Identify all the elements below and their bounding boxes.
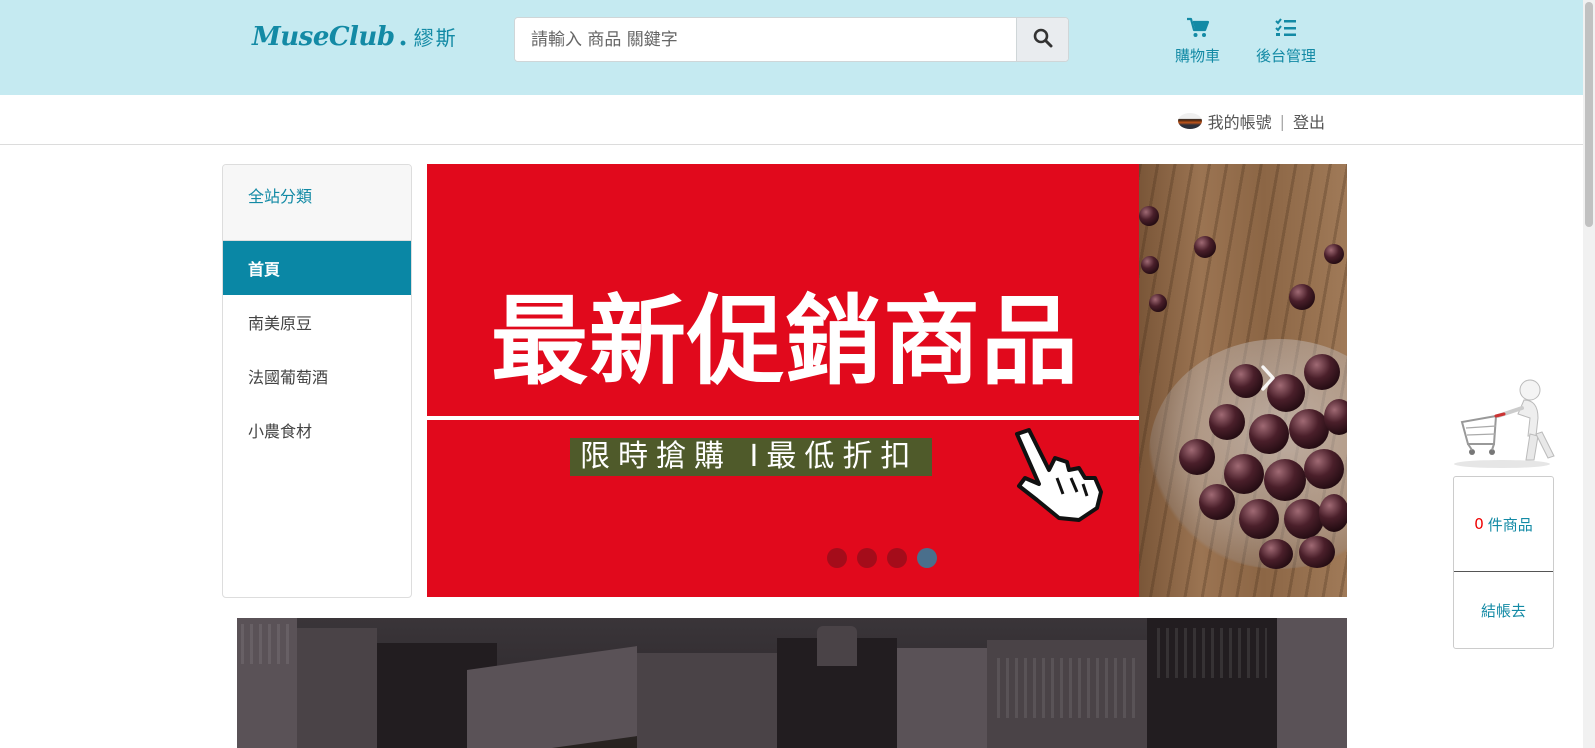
- promo-carousel[interactable]: 最新促銷商品 限時搶購 I最低折扣: [427, 164, 1347, 597]
- banner-title: 最新促銷商品: [491, 285, 1079, 398]
- checkout-button[interactable]: 結帳去: [1454, 572, 1553, 648]
- cart-icon: [1186, 16, 1210, 40]
- pointing-hand-icon: [1015, 428, 1103, 522]
- search-icon: [1033, 28, 1053, 51]
- search-button[interactable]: [1016, 18, 1068, 61]
- berry: [1324, 244, 1344, 264]
- berry: [1194, 236, 1216, 258]
- berry: [1289, 284, 1315, 310]
- cart-item-count[interactable]: 0 件商品: [1454, 477, 1553, 572]
- berry: [1141, 256, 1159, 274]
- berry: [1299, 536, 1335, 568]
- promo-banner: 最新促銷商品 限時搶購 I最低折扣: [427, 164, 1139, 597]
- berry: [1304, 449, 1344, 489]
- logo-chinese-name: 繆斯: [413, 26, 458, 50]
- berry: [1264, 459, 1306, 501]
- berry: [1224, 454, 1264, 494]
- berry: [1304, 354, 1340, 390]
- category-sidebar: 全站分類 首頁 南美原豆 法國葡萄酒 小農食材: [222, 164, 412, 598]
- page-scrollbar[interactable]: [1583, 0, 1595, 748]
- berry: [1259, 539, 1293, 569]
- berry: [1284, 499, 1324, 539]
- building: [637, 653, 777, 748]
- person-pushing-cart-icon[interactable]: [1452, 378, 1556, 468]
- berry: [1319, 494, 1347, 532]
- carousel-indicators: [827, 548, 937, 568]
- sidebar-item-home[interactable]: 首頁: [223, 241, 411, 295]
- scrollbar-thumb[interactable]: [1585, 2, 1593, 227]
- logo-wordmark: MuseClub: [252, 22, 395, 52]
- berry: [1179, 439, 1215, 475]
- logo-dot: .: [398, 22, 408, 52]
- nav-admin-link[interactable]: 後台管理: [1256, 16, 1316, 66]
- building: [897, 648, 987, 748]
- building: [1277, 618, 1347, 748]
- my-account-link[interactable]: 我的帳號: [1208, 109, 1272, 133]
- account-separator: |: [1279, 111, 1285, 131]
- carousel-dot[interactable]: [827, 548, 847, 568]
- site-logo[interactable]: MuseClub . 繆斯: [252, 22, 458, 52]
- berry: [1199, 484, 1235, 520]
- cart-widget: 0 件商品 結帳去: [1453, 476, 1554, 649]
- berry: [1289, 409, 1329, 449]
- berry: [1229, 364, 1263, 398]
- berry: [1209, 404, 1245, 440]
- search-input[interactable]: [515, 18, 1016, 61]
- logout-link[interactable]: 登出: [1293, 109, 1325, 133]
- checklist-icon: [1275, 16, 1297, 40]
- sidebar-heading: 全站分類: [223, 165, 411, 241]
- chevron-right-icon[interactable]: [1260, 364, 1276, 400]
- berry: [1149, 294, 1167, 312]
- banner-subtitle: 限時搶購 I最低折扣: [570, 438, 933, 476]
- search-bar: [514, 17, 1069, 62]
- building-windows: [1157, 628, 1267, 678]
- berry: [1249, 414, 1289, 454]
- account-bar: 我的帳號 | 登出: [0, 95, 1583, 145]
- sidebar-item-french-wine[interactable]: 法國葡萄酒: [223, 349, 411, 403]
- nav-cart-label: 購物車: [1175, 47, 1221, 65]
- nav-cart-link[interactable]: 購物車: [1175, 16, 1220, 66]
- city-banner: [237, 618, 1347, 748]
- carousel-dot-active[interactable]: [917, 548, 937, 568]
- berry: [1324, 399, 1347, 435]
- site-header: MuseClub . 繆斯 購物車 後台管理: [0, 0, 1583, 95]
- carousel-dot[interactable]: [857, 548, 877, 568]
- building: [297, 628, 377, 748]
- cart-count-suffix: 件商品: [1487, 515, 1533, 534]
- sidebar-item-south-american-beans[interactable]: 南美原豆: [223, 295, 411, 349]
- nav-admin-label: 後台管理: [1256, 47, 1317, 65]
- building: [817, 626, 857, 666]
- building-windows: [241, 624, 293, 664]
- building-windows: [997, 658, 1137, 718]
- carousel-dot[interactable]: [887, 548, 907, 568]
- berries-photo: [1139, 164, 1347, 597]
- avatar: [1177, 113, 1202, 129]
- banner-divider: [427, 416, 1139, 420]
- account-links: 我的帳號 | 登出: [1177, 109, 1325, 133]
- berry: [1139, 206, 1159, 226]
- cart-count-number: 0: [1474, 515, 1484, 533]
- berry: [1239, 499, 1279, 539]
- sidebar-item-farm-produce[interactable]: 小農食材: [223, 403, 411, 457]
